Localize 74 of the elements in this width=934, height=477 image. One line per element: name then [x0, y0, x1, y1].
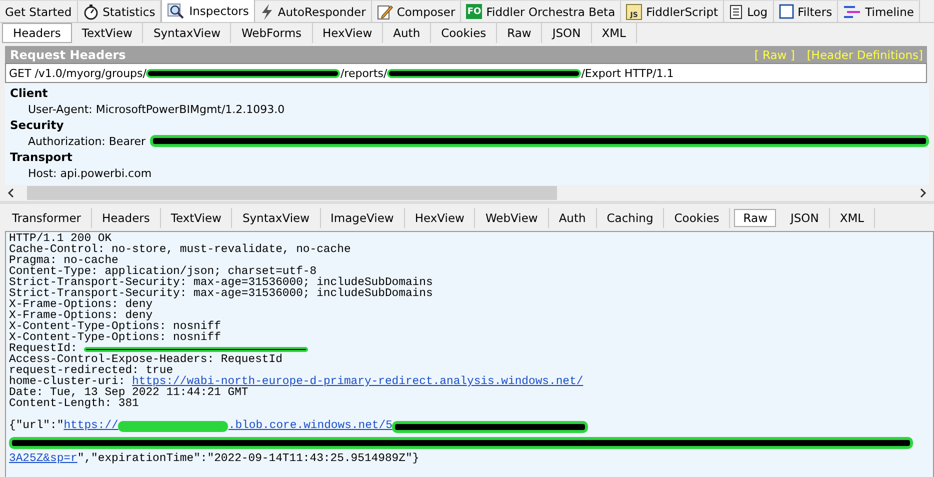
tab[interactable]: SyntaxView	[232, 208, 320, 228]
tab[interactable]: WebForms	[231, 23, 313, 43]
text: request-redirected: true	[9, 366, 174, 377]
tab[interactable]: SyntaxView	[143, 23, 232, 43]
tab[interactable]: Raw	[734, 209, 776, 227]
tab[interactable]: Statistics	[78, 0, 162, 22]
tab[interactable]: AutoResponder	[254, 0, 372, 22]
tab[interactable]: Cookies	[431, 23, 498, 43]
group-heading: Security	[10, 117, 65, 133]
tab[interactable]: FO Fiddler Orchestra Beta	[461, 0, 622, 22]
text: {"url":"	[9, 421, 64, 432]
text: /reports/	[340, 66, 388, 80]
text: Pragma: no-cache	[9, 256, 118, 267]
tab[interactable]: Headers	[2, 23, 72, 43]
pencil-paper-icon	[376, 4, 393, 20]
text: Authorization: Bearer	[28, 134, 146, 148]
link[interactable]: https://	[64, 421, 118, 432]
link[interactable]: .blob.core.windows.net/5	[228, 421, 392, 432]
request-line-field[interactable]: GET /v1.0/myorg/groups/ /reports/ /Export HTTP/1.1	[5, 63, 927, 83]
text: home-cluster-uri:	[9, 377, 126, 388]
text: Access-Control-Expose-Headers: RequestId	[9, 355, 282, 366]
magnifier-icon	[167, 3, 186, 19]
section-title: Request Headers	[10, 48, 127, 62]
text: User-Agent: MicrosoftPowerBIMgmt/1.2.1093.0	[28, 102, 285, 116]
tab[interactable]: HexView	[312, 23, 384, 43]
tab[interactable]: Transformer	[2, 208, 92, 228]
lightning-icon	[260, 4, 274, 20]
scrollbar-thumb[interactable]	[27, 186, 557, 200]
tab[interactable]: Inspectors	[161, 0, 255, 22]
text: X-Frame-Options: deny	[9, 300, 153, 311]
tab[interactable]: Auth	[383, 23, 432, 43]
text: RequestId:	[9, 344, 78, 355]
text: X-Content-Type-Options: nosniff	[9, 322, 221, 333]
link[interactable]: 3A25Z&sp=r	[9, 454, 78, 465]
tab[interactable]: Raw	[497, 23, 542, 43]
tab[interactable]: JSON	[542, 23, 592, 43]
tab[interactable]: Composer	[372, 0, 462, 22]
tab[interactable]: Filters	[774, 0, 838, 22]
stopwatch-icon	[82, 4, 99, 20]
text: HTTP/1.1 200 OK	[9, 234, 112, 245]
group-heading: Client	[10, 85, 49, 101]
tab[interactable]: TextView	[72, 23, 144, 43]
tab[interactable]: TextView	[160, 208, 232, 228]
tab[interactable]: ImageView	[320, 208, 405, 228]
tab[interactable]: XML	[830, 208, 876, 228]
tab[interactable]: Cookies	[664, 208, 730, 228]
text: X-Content-Type-Options: nosniff	[9, 333, 221, 344]
tab[interactable]: WebView	[475, 208, 549, 228]
tab[interactable]: Get Started	[0, 0, 78, 22]
text: Strict-Transport-Security: max-age=31536000; includeSubDomains	[9, 289, 433, 300]
text: Content-Type: application/json; charset=utf-8	[9, 267, 317, 278]
tab[interactable]: XML	[592, 23, 637, 43]
orchestra-badge-icon: FO	[466, 4, 482, 19]
link[interactable]: https://wabi-north-europe-d-primary-redirect.analysis.windows.net/	[132, 377, 584, 388]
group-heading: Transport	[10, 149, 74, 165]
text: Cache-Control: no-store, must-revalidate, no-cache	[9, 245, 351, 256]
tab[interactable]: Headers	[92, 208, 161, 228]
text: ","expirationTime":"2022-09-14T11:43:25.9514989Z"}	[77, 454, 420, 465]
tab[interactable]: Log	[724, 0, 774, 22]
text: /Export HTTP/1.1	[581, 66, 674, 80]
text: Content-Length: 381	[9, 399, 139, 410]
text: Host: api.powerbi.com	[28, 166, 152, 180]
tab[interactable]: Timeline	[838, 0, 920, 22]
timeline-icon	[843, 4, 862, 18]
tab[interactable]: HexView	[404, 208, 476, 228]
text: Date: Tue, 13 Sep 2022 11:44:21 GMT	[9, 388, 248, 399]
text: Strict-Transport-Security: max-age=31536000; includeSubDomains	[9, 278, 433, 289]
checkbox-icon	[778, 4, 794, 19]
tab[interactable]: Auth	[548, 208, 597, 228]
tab[interactable]: JSON	[780, 208, 830, 228]
text: X-Frame-Options: deny	[9, 311, 153, 322]
tab[interactable]: Caching	[596, 208, 664, 228]
text: GET /v1.0/myorg/groups/	[9, 66, 146, 80]
notepad-icon	[729, 4, 744, 20]
